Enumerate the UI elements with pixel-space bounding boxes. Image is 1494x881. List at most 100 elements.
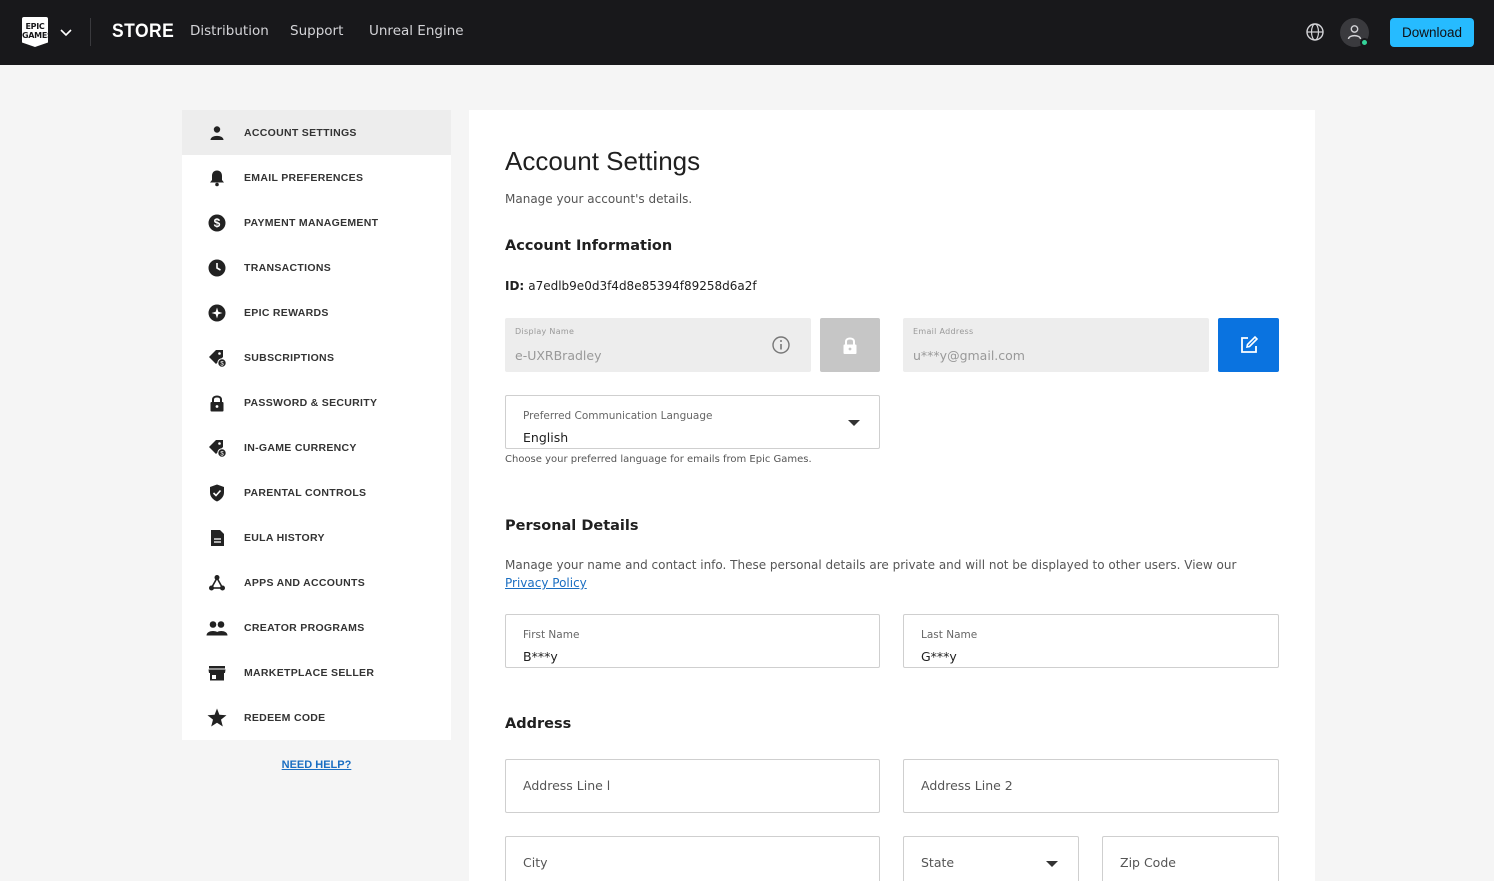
sidebar-item-redeem-code[interactable]: REDEEM CODE <box>182 695 451 740</box>
globe-icon[interactable] <box>1305 22 1325 42</box>
svg-text:$: $ <box>214 216 221 230</box>
nav-distribution-link[interactable]: Distribution <box>190 23 269 39</box>
sidebar-item-payment-management[interactable]: $ PAYMENT MANAGEMENT <box>182 200 451 245</box>
account-settings-panel: Account Settings Manage your account's d… <box>469 110 1315 881</box>
caret-down-icon <box>848 420 860 426</box>
bell-icon <box>206 167 228 189</box>
edit-icon <box>1240 335 1258 353</box>
sidebar-item-label: REDEEM CODE <box>244 711 326 724</box>
email-edit-button[interactable] <box>1218 318 1279 372</box>
address-line-2-input[interactable]: Address Line 2 <box>903 759 1279 813</box>
address-heading: Address <box>505 716 572 732</box>
sidebar-item-subscriptions[interactable]: $ SUBSCRIPTIONS <box>182 335 451 380</box>
sidebar-item-label: IN-GAME CURRENCY <box>244 441 357 454</box>
city-placeholder: City <box>523 855 548 870</box>
document-icon <box>206 527 228 549</box>
sidebar-item-creator-programs[interactable]: CREATOR PROGRAMS <box>182 605 451 650</box>
display-name-field[interactable]: Display Name e-UXRBradley <box>505 318 811 372</box>
last-name-field[interactable]: Last Name G***y <box>903 614 1279 668</box>
zip-code-input[interactable]: Zip Code <box>1102 836 1279 881</box>
account-information-heading: Account Information <box>505 238 673 254</box>
privacy-policy-link[interactable]: Privacy Policy <box>505 576 587 590</box>
tag-icon: $ <box>206 437 228 459</box>
nav-support-link[interactable]: Support <box>290 23 343 39</box>
state-select[interactable]: State <box>903 836 1079 881</box>
preferred-language-value: English <box>523 430 569 445</box>
personal-details-text: Manage your name and contact info. These… <box>505 558 1237 572</box>
first-name-field[interactable]: First Name B***y <box>505 614 880 668</box>
epic-games-logo[interactable]: EPIC GAMES <box>22 17 48 47</box>
first-name-label: First Name <box>523 629 580 641</box>
sidebar-item-transactions[interactable]: TRANSACTIONS <box>182 245 451 290</box>
page-title: Account Settings <box>505 146 701 176</box>
sidebar-item-label: MARKETPLACE SELLER <box>244 666 375 679</box>
sidebar-item-label: PASSWORD & SECURITY <box>244 396 378 409</box>
caret-down-icon <box>1046 861 1058 867</box>
info-icon[interactable] <box>771 335 791 355</box>
rewards-icon <box>206 302 228 324</box>
page-subtitle: Manage your account's details. <box>505 192 693 206</box>
display-name-value: e-UXRBradley <box>515 348 602 363</box>
address-line-1-input[interactable]: Address Line l <box>505 759 880 813</box>
clock-icon <box>206 257 228 279</box>
sidebar-item-label: EPIC REWARDS <box>244 306 329 319</box>
display-name-lock-button[interactable] <box>820 318 880 372</box>
display-name-label: Display Name <box>515 327 575 336</box>
apps-icon <box>206 572 228 594</box>
star-icon <box>206 707 228 729</box>
download-button[interactable]: Download <box>1390 18 1474 47</box>
personal-details-description: Manage your name and contact info. These… <box>505 556 1275 592</box>
email-address-label: Email Address <box>913 327 974 336</box>
user-icon <box>1347 25 1362 40</box>
sidebar-item-label: EULA HISTORY <box>244 531 325 544</box>
people-icon <box>206 617 228 639</box>
account-id-value: a7edlb9e0d3f4d8e85394f89258d6a2f <box>528 279 757 293</box>
shield-icon <box>206 482 228 504</box>
language-helper-text: Choose your preferred language for email… <box>505 454 812 465</box>
account-sidebar: ACCOUNT SETTINGS EMAIL PREFERENCES $ PAY… <box>182 110 451 740</box>
sidebar-item-label: PAYMENT MANAGEMENT <box>244 216 379 229</box>
preferred-language-label: Preferred Communication Language <box>523 410 713 422</box>
chevron-down-icon[interactable] <box>58 24 74 40</box>
need-help-link[interactable]: NEED HELP? <box>182 759 451 771</box>
address-line-1-placeholder: Address Line l <box>523 778 611 793</box>
preferred-language-select[interactable]: Preferred Communication Language English <box>505 395 880 449</box>
email-address-field[interactable]: Email Address u***y@gmail.com <box>903 318 1209 372</box>
sidebar-item-in-game-currency[interactable]: $ IN-GAME CURRENCY <box>182 425 451 470</box>
sidebar-item-parental-controls[interactable]: PARENTAL CONTROLS <box>182 470 451 515</box>
last-name-label: Last Name <box>921 629 978 641</box>
dollar-icon: $ <box>206 212 228 234</box>
sidebar-item-marketplace-seller[interactable]: MARKETPLACE SELLER <box>182 650 451 695</box>
first-name-value: B***y <box>523 649 558 664</box>
online-status-dot <box>1360 38 1369 47</box>
personal-details-heading: Personal Details <box>505 518 639 534</box>
sidebar-item-label: EMAIL PREFERENCES <box>244 171 364 184</box>
sidebar-item-apps-and-accounts[interactable]: APPS AND ACCOUNTS <box>182 560 451 605</box>
sidebar-item-label: CREATOR PROGRAMS <box>244 621 365 634</box>
lock-icon <box>843 337 857 354</box>
sidebar-item-label: ACCOUNT SETTINGS <box>244 126 357 139</box>
store-link[interactable]: STORE <box>112 21 174 43</box>
city-input[interactable]: City <box>505 836 880 881</box>
sidebar-item-label: TRANSACTIONS <box>244 261 332 274</box>
tag-icon: $ <box>206 347 228 369</box>
sidebar-item-label: SUBSCRIPTIONS <box>244 351 335 364</box>
person-icon <box>206 122 228 144</box>
sidebar-item-epic-rewards[interactable]: EPIC REWARDS <box>182 290 451 335</box>
store-icon <box>206 662 228 684</box>
lock-icon <box>206 392 228 414</box>
state-placeholder: State <box>921 855 955 870</box>
sidebar-item-eula-history[interactable]: EULA HISTORY <box>182 515 451 560</box>
top-nav-bar: EPIC GAMES STORE Distribution Support Unr… <box>0 0 1494 65</box>
sidebar-item-password-security[interactable]: PASSWORD & SECURITY <box>182 380 451 425</box>
address-line-2-placeholder: Address Line 2 <box>921 778 1013 793</box>
last-name-value: G***y <box>921 649 957 664</box>
nav-divider <box>90 18 91 46</box>
email-address-value: u***y@gmail.com <box>913 348 1025 363</box>
account-id: ID: a7edlb9e0d3f4d8e85394f89258d6a2f <box>505 279 757 293</box>
sidebar-item-account-settings[interactable]: ACCOUNT SETTINGS <box>182 110 451 155</box>
sidebar-item-label: APPS AND ACCOUNTS <box>244 576 365 589</box>
account-id-label: ID: <box>505 279 525 293</box>
sidebar-item-email-preferences[interactable]: EMAIL PREFERENCES <box>182 155 451 200</box>
nav-unreal-engine-link[interactable]: Unreal Engine <box>369 23 464 39</box>
